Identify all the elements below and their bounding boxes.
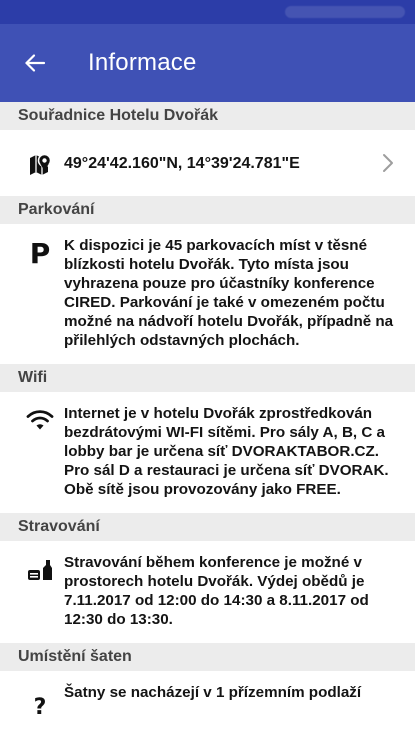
back-arrow-icon[interactable] [22, 50, 48, 76]
section-header-food: Stravování [0, 513, 415, 541]
section-header-parking: Parkování [0, 196, 415, 224]
wifi-icon [16, 408, 64, 432]
parking-info: P K dispozici je 45 parkovacích míst v t… [0, 224, 415, 364]
section-header-coordinates: Souřadnice Hotelu Dvořák [0, 102, 415, 130]
section-header-wifi: Wifi [0, 364, 415, 392]
wardrobe-text: Šatny se nacházejí v 1 přízemním podlaží [64, 684, 362, 701]
parking-icon: P [29, 237, 51, 270]
section-header-wardrobe: Umístění šaten [0, 643, 415, 671]
app-bar: Informace [0, 24, 415, 102]
coordinates-row[interactable]: 49°24'42.160"N, 14°39'24.781"E [0, 130, 415, 196]
question-icon: ? [33, 695, 47, 720]
page-title: Informace [88, 49, 197, 76]
coordinates-value: 49°24'42.160"N, 14°39'24.781"E [64, 154, 300, 172]
status-bar [0, 0, 415, 24]
food-info: Stravování během konference je možné v p… [0, 541, 415, 643]
map-pin-icon [16, 152, 64, 178]
wifi-text: Internet je v hotelu Dvořák zprostředkov… [64, 405, 389, 498]
food-text: Stravování během konference je možné v p… [64, 554, 369, 628]
wifi-info: Internet je v hotelu Dvořák zprostředkov… [0, 392, 415, 513]
chevron-right-icon [381, 153, 395, 173]
status-icons [285, 6, 405, 18]
wardrobe-info: ? Šatny se nacházejí v 1 přízemním podla… [0, 671, 415, 733]
parking-text: K dispozici je 45 parkovacích míst v těs… [64, 237, 394, 349]
restaurant-icon [16, 557, 64, 585]
